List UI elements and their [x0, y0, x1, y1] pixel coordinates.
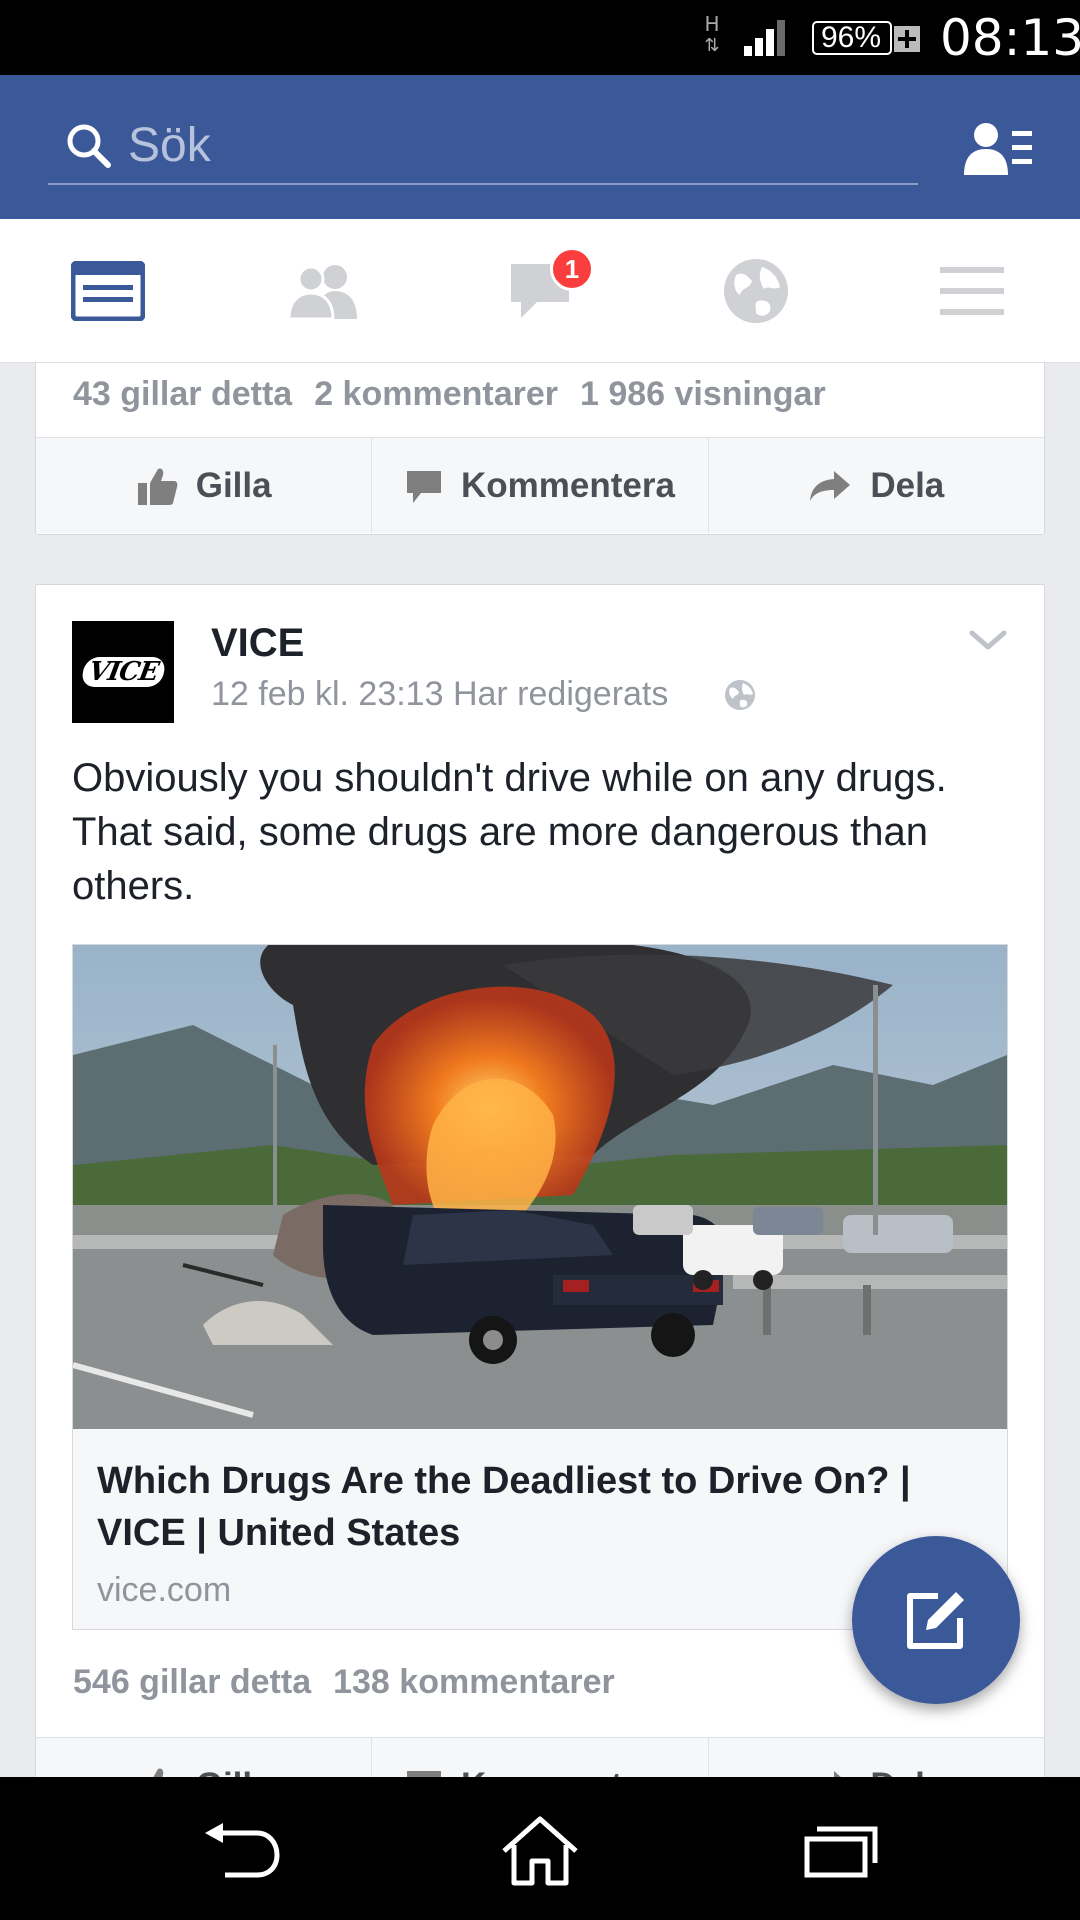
tab-notifications[interactable]: [648, 219, 864, 363]
chevron-down-icon[interactable]: [968, 629, 1008, 655]
share-button[interactable]: Dela: [709, 438, 1044, 533]
comment-icon: [407, 1770, 442, 1777]
clock: 08:13: [940, 9, 1080, 67]
friends-icon: [287, 265, 357, 319]
comment-label: Kommentera: [461, 465, 675, 505]
compose-post-button[interactable]: [852, 1536, 1020, 1704]
friend-requests-icon[interactable]: [964, 119, 1034, 179]
public-globe-icon: [725, 680, 755, 710]
like-label: Gilla: [195, 465, 272, 505]
view-count: 1 986 visningar: [579, 375, 826, 413]
post-timestamp[interactable]: 12 feb kl. 23:13 Har redigerats: [211, 675, 668, 714]
search-field[interactable]: [48, 111, 918, 185]
link-title[interactable]: Which Drugs Are the Deadliest to Drive O…: [97, 1455, 977, 1559]
post-action-bar: Gilla Kommentera Dela: [36, 437, 1044, 533]
recent-apps-icon: [804, 1826, 878, 1878]
tab-messages[interactable]: [432, 219, 648, 363]
network-type-indicator: H ⇅: [704, 12, 720, 56]
share-arrow-icon: [810, 470, 851, 501]
link-preview[interactable]: Which Drugs Are the Deadliest to Drive O…: [72, 944, 1008, 1630]
page-avatar[interactable]: VICE: [72, 621, 174, 723]
search-icon: [67, 124, 111, 168]
comment-count[interactable]: 2 kommentarer: [314, 375, 558, 413]
comment-button[interactable]: Kommentera: [372, 1738, 709, 1778]
like-button[interactable]: Gilla: [36, 1738, 373, 1778]
back-button[interactable]: [196, 1813, 286, 1889]
share-button[interactable]: Dela: [709, 1738, 1044, 1777]
signal-icon: [744, 20, 785, 56]
share-label: Dela: [870, 465, 945, 505]
globe-icon: [724, 259, 788, 323]
share-label: Dela: [870, 1766, 944, 1778]
system-navigation-bar: [0, 1777, 1080, 1920]
back-arrow-icon: [205, 1823, 280, 1878]
network-type-label: H: [704, 12, 720, 36]
home-button[interactable]: [495, 1813, 585, 1889]
like-button[interactable]: Gilla: [36, 438, 373, 533]
thumbs-up-icon: [152, 1768, 163, 1777]
like-count[interactable]: 546 gillar detta: [73, 1663, 311, 1701]
vice-logo-text: VICE: [79, 657, 167, 687]
tab-more[interactable]: [864, 219, 1080, 363]
post-action-bar: Gilla Kommentera Dela: [36, 1737, 1044, 1777]
tab-friends[interactable]: [216, 219, 432, 363]
comment-button[interactable]: Kommentera: [372, 438, 709, 533]
like-count[interactable]: 43 gillar detta: [73, 375, 292, 413]
battery-percentage: 96%: [820, 21, 882, 54]
search-input[interactable]: [128, 117, 828, 173]
comment-count[interactable]: 138 kommentarer: [333, 1663, 615, 1701]
status-bar: H ⇅ 96% 08:13: [0, 0, 1080, 75]
post-stats: 546 gillar detta 138 kommentarer: [73, 1663, 637, 1702]
compose-edit-icon: [907, 1592, 964, 1649]
thumbs-up-icon: [137, 467, 178, 505]
link-domain: vice.com: [97, 1571, 232, 1609]
share-arrow-icon: [834, 1770, 842, 1777]
menu-icon: [940, 267, 1004, 315]
tab-bar: 1: [0, 219, 1080, 363]
news-feed-icon: [71, 261, 145, 321]
like-label: Gilla: [196, 1766, 272, 1778]
comment-label: Kommentera: [461, 1766, 675, 1778]
post-text: Obviously you shouldn't drive while on a…: [72, 756, 947, 908]
page-name[interactable]: VICE: [211, 621, 304, 666]
home-icon: [502, 1816, 578, 1886]
comment-icon: [407, 470, 442, 503]
battery-indicator: 96%: [812, 20, 922, 56]
link-preview-image[interactable]: [73, 945, 1007, 1429]
tab-news-feed[interactable]: [0, 219, 216, 363]
recent-apps-button[interactable]: [796, 1813, 886, 1889]
post-stats: 43 gillar detta 2 kommentarer 1 986 visnin…: [73, 375, 848, 414]
messages-badge: 1: [550, 247, 594, 291]
feed-post: 43 gillar detta 2 kommentarer 1 986 visnin…: [35, 363, 1045, 535]
search-header: [0, 75, 1080, 219]
